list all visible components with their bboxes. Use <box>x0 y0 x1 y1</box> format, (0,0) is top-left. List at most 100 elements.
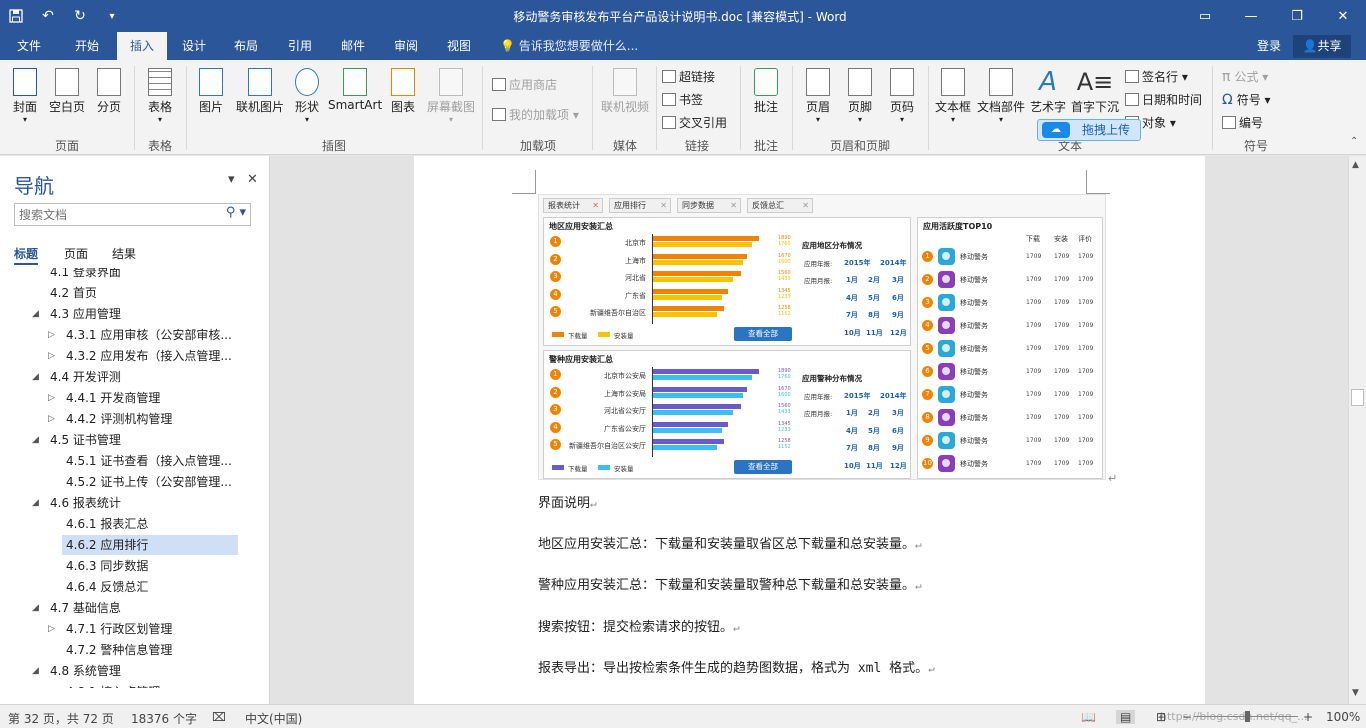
nav-heading-item[interactable]: 4.2 首页 <box>46 283 238 303</box>
expanded-triangle-icon[interactable]: ◢ <box>32 367 39 387</box>
nav-heading-item[interactable]: 4.6.2 应用排行 <box>62 535 238 555</box>
cross-reference-button[interactable]: 交叉引用 <box>662 114 727 131</box>
footer-button[interactable]: 页脚 ▾ <box>842 64 878 124</box>
share-button[interactable]: 👤共享 <box>1293 35 1351 58</box>
nav-heading-item[interactable]: ▷ 4.4.2 评测机构管理 <box>48 409 238 429</box>
month-link[interactable]: 9月 <box>892 443 904 453</box>
language-indicator[interactable]: 中文(中国) <box>245 710 302 727</box>
online-video-button[interactable]: 联机视频 <box>598 64 652 115</box>
nav-heading-item[interactable]: ◢ 4.7 基础信息 <box>32 598 238 618</box>
nav-options-icon[interactable]: ▾ <box>228 172 235 187</box>
collapsed-triangle-icon[interactable]: ▷ <box>48 388 55 408</box>
nav-heading-item[interactable]: ▷ 4.3.1 应用审核（公安部审核... <box>48 325 238 345</box>
scroll-down-icon[interactable]: ▼ <box>1352 688 1359 698</box>
nav-heading-item[interactable]: ▷ 4.4.1 开发商管理 <box>48 388 238 408</box>
page-count[interactable]: 第 32 页，共 72 页 <box>8 710 114 727</box>
month-link[interactable]: 11月 <box>866 328 883 338</box>
shapes-button[interactable]: 形状 ▾ <box>291 64 323 124</box>
drop-cap-button[interactable]: A≡ 首字下沉 <box>1069 64 1121 115</box>
print-layout-icon[interactable]: ▤ <box>1116 710 1136 724</box>
year-link[interactable]: 2014年 <box>880 391 906 401</box>
month-link[interactable]: 3月 <box>892 408 904 418</box>
wordart-button[interactable]: A 艺术字 <box>1029 64 1067 115</box>
nav-tab-headings[interactable]: 标题 <box>14 245 39 265</box>
month-link[interactable]: 10月 <box>844 461 861 471</box>
restore-icon[interactable]: ❐ <box>1274 0 1320 32</box>
nav-heading-item[interactable]: 4.5.2 证书上传（公安部管理... <box>62 472 238 492</box>
nav-heading-item[interactable]: 4.6.4 反馈总汇 <box>62 577 238 597</box>
textbox-button[interactable]: 文本框 ▾ <box>934 64 972 124</box>
numbering-button[interactable]: 编号 <box>1222 114 1263 131</box>
expanded-triangle-icon[interactable]: ◢ <box>32 430 39 450</box>
signature-line-button[interactable]: 签名行 ▾ <box>1125 68 1188 85</box>
minimize-icon[interactable]: — <box>1228 0 1274 32</box>
month-link[interactable]: 6月 <box>892 426 904 436</box>
month-link[interactable]: 10月 <box>844 328 861 338</box>
store-button[interactable]: 应用商店 <box>492 76 557 93</box>
redo-icon[interactable]: ↻ <box>64 0 96 32</box>
proofing-icon[interactable]: ⌧ <box>212 710 226 724</box>
month-link[interactable]: 5月 <box>868 293 880 303</box>
month-link[interactable]: 12月 <box>890 328 907 338</box>
comment-button[interactable]: 批注 <box>748 64 784 115</box>
zoom-in-icon[interactable]: + <box>1303 710 1313 724</box>
tab-layout[interactable]: 布局 <box>222 32 270 60</box>
year-link[interactable]: 2015年 <box>844 391 870 401</box>
smartart-button[interactable]: SmartArt <box>328 64 382 112</box>
month-link[interactable]: 7月 <box>846 443 858 453</box>
search-icon[interactable]: ⚲ ▾ <box>226 205 246 220</box>
nav-heading-item[interactable]: ◢ 4.5 证书管理 <box>32 430 238 450</box>
year-link[interactable]: 2015年 <box>844 258 870 268</box>
nav-heading-item[interactable]: 4.7.2 警种信息管理 <box>62 640 238 660</box>
search-input[interactable] <box>15 204 215 225</box>
embedded-report-image[interactable]: 报表统计 ✕ 应用排行 ✕ 同步数据 ✕ 反馈总汇 ✕ 地区应用安装汇总 1 北京市 1890… <box>538 194 1106 480</box>
nav-tab-results[interactable]: 结果 <box>112 245 136 262</box>
tab-references[interactable]: 引用 <box>276 32 324 60</box>
tab-file[interactable]: 文件 <box>6 32 52 60</box>
symbol-button[interactable]: Ω 符号 ▾ <box>1222 91 1271 108</box>
tab-mailings[interactable]: 邮件 <box>329 32 377 60</box>
ribbon-display-options-icon[interactable]: ▭ <box>1182 0 1228 32</box>
collapsed-triangle-icon[interactable]: ▷ <box>48 346 55 366</box>
hyperlink-button[interactable]: 超链接 <box>662 68 715 85</box>
nav-heading-item[interactable]: 4.6.3 同步数据 <box>62 556 238 576</box>
date-time-button[interactable]: 日期和时间 <box>1125 91 1202 108</box>
baidu-upload-button[interactable]: ☁ 拖拽上传 <box>1037 119 1141 141</box>
header-button[interactable]: 页眉 ▾ <box>800 64 836 124</box>
tab-home[interactable]: 开始 <box>62 32 112 60</box>
online-picture-button[interactable]: 联机图片 <box>232 64 288 115</box>
tab-review[interactable]: 审阅 <box>382 32 430 60</box>
month-link[interactable]: 7月 <box>846 310 858 320</box>
paragraph[interactable]: 警种应用安装汇总：下载量和安装量取警种总下载量和总安装量。↵ <box>538 574 922 593</box>
month-link[interactable]: 5月 <box>868 426 880 436</box>
nav-heading-item[interactable]: 4.5.1 证书查看（接入点管理... <box>62 451 238 471</box>
page-break-button[interactable]: 分页 <box>92 64 126 115</box>
expanded-triangle-icon[interactable]: ◢ <box>32 598 39 618</box>
scroll-thumb[interactable] <box>1351 389 1364 406</box>
expanded-triangle-icon[interactable]: ◢ <box>32 661 39 681</box>
my-addins-button[interactable]: 我的加载项 ▾ <box>492 106 579 123</box>
table-button[interactable]: 表格 ▾ <box>142 64 178 124</box>
month-link[interactable]: 6月 <box>892 293 904 303</box>
month-link[interactable]: 11月 <box>866 461 883 471</box>
zoom-out-icon[interactable]: − <box>1182 710 1192 724</box>
month-link[interactable]: 2月 <box>868 275 880 285</box>
close-icon[interactable]: ✕ <box>1320 0 1366 32</box>
scroll-up-icon[interactable]: ▲ <box>1352 160 1359 170</box>
cover-page-button[interactable]: 封面 ▾ <box>8 64 42 124</box>
paragraph[interactable]: 界面说明↵ <box>538 492 597 511</box>
collapsed-triangle-icon[interactable]: ▷ <box>48 619 55 639</box>
collapsed-triangle-icon[interactable]: ▷ <box>48 325 55 345</box>
nav-heading-item[interactable]: ◢ 4.3 应用管理 <box>32 304 238 324</box>
zoom-level[interactable]: 100% <box>1326 710 1360 724</box>
nav-heading-item[interactable]: 4.1 登录界面 <box>46 268 238 282</box>
save-icon[interactable] <box>0 0 32 32</box>
nav-heading-item[interactable]: ▷ 4.7.1 行政区划管理 <box>48 619 238 639</box>
nav-heading-item[interactable]: 4.6.1 报表汇总 <box>62 514 238 534</box>
month-link[interactable]: 1月 <box>846 408 858 418</box>
login-link[interactable]: 登录 <box>1257 32 1281 60</box>
picture-button[interactable]: 图片 <box>194 64 228 115</box>
blank-page-button[interactable]: 空白页 <box>47 64 87 115</box>
nav-heading-item[interactable]: ▷ 4.3.2 应用发布（接入点管理... <box>48 346 238 366</box>
read-mode-icon[interactable]: 📖 <box>1081 710 1096 724</box>
